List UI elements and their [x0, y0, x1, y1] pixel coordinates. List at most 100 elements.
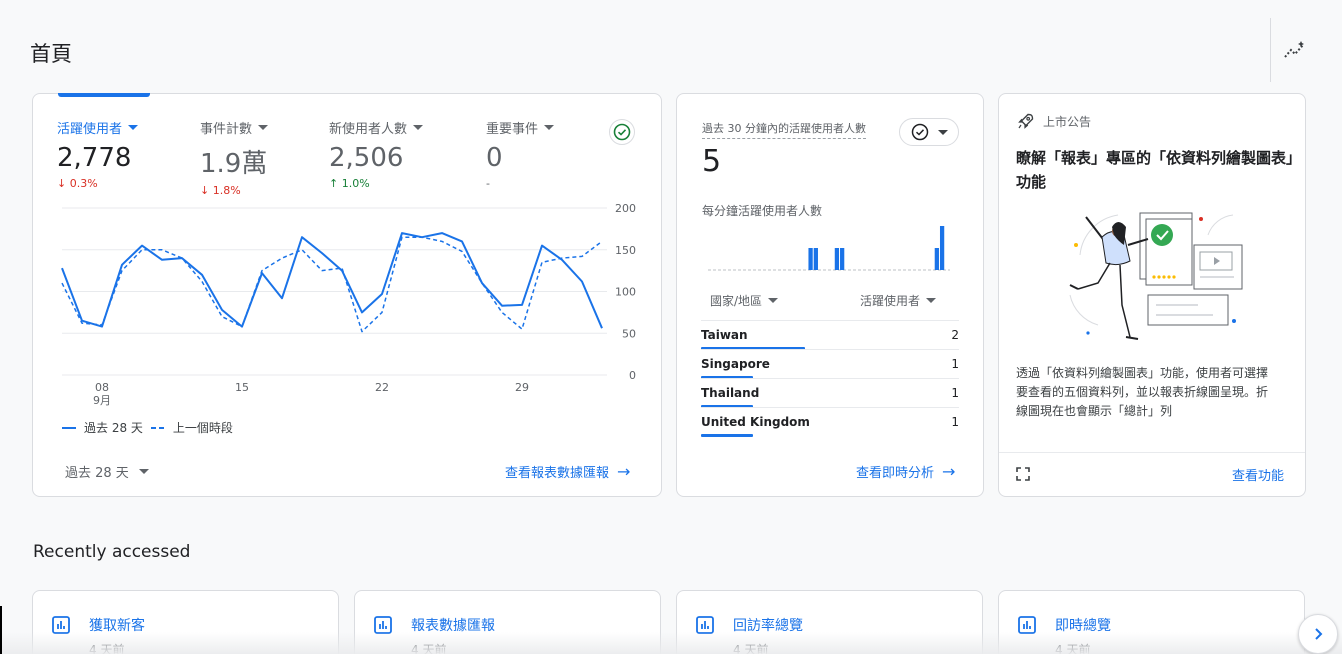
- caret-down-icon: [768, 298, 779, 303]
- row-country: Thailand: [701, 386, 760, 400]
- text-cursor-bar: [0, 606, 2, 654]
- date-range-selector[interactable]: 過去 28 天: [65, 462, 149, 481]
- realtime-quality-button[interactable]: [899, 118, 959, 146]
- view-feature-link[interactable]: 查看功能: [1232, 465, 1284, 484]
- row-share-bar: [701, 434, 753, 437]
- expand-button[interactable]: [1015, 466, 1031, 482]
- fullscreen-icon: [1016, 467, 1030, 481]
- row-country: Taiwan: [701, 328, 748, 342]
- report-icon: [374, 616, 392, 634]
- caret-down-icon: [128, 125, 139, 130]
- insights-button[interactable]: [1282, 38, 1308, 64]
- y-tick-label: 100: [615, 286, 636, 299]
- y-tick-label: 0: [629, 369, 636, 382]
- y-tick-label: 150: [615, 244, 636, 257]
- recent-next-button[interactable]: [1298, 614, 1338, 654]
- report-icon: [696, 616, 714, 634]
- announcement-header: 上市公告: [1017, 112, 1091, 130]
- announcement-header-label: 上市公告: [1043, 114, 1092, 129]
- recent-item[interactable]: 報表數據匯報 4 天前: [354, 590, 661, 654]
- metric-active-users[interactable]: 活躍使用者 2,778 ↓ 0.3%: [57, 118, 139, 190]
- caret-down-icon: [258, 125, 269, 130]
- check-circle-icon: [911, 123, 928, 141]
- view-realtime-link[interactable]: 查看即時分析 →: [856, 462, 955, 481]
- table-row[interactable]: Taiwan 2: [701, 320, 959, 350]
- report-icon: [1018, 616, 1036, 634]
- minute-bar: [934, 248, 939, 270]
- country-header-label: 國家/地區: [710, 294, 763, 308]
- recent-item-title: 報表數據匯報: [411, 618, 495, 634]
- table-row[interactable]: United Kingdom 1: [701, 407, 959, 437]
- insights-icon: [1284, 41, 1304, 58]
- minute-bar: [840, 248, 845, 270]
- arrow-right-icon: →: [942, 461, 956, 481]
- recent-item-time: 4 天前: [89, 643, 125, 654]
- metric-label: 活躍使用者: [57, 122, 123, 137]
- metric-change-value: 1.0%: [341, 177, 370, 190]
- metric-label: 新使用者人數: [329, 122, 408, 137]
- view-report-link[interactable]: 查看報表數據匯報 →: [505, 462, 630, 481]
- metric-value: 0: [486, 143, 503, 173]
- arrow-up-icon: ↑: [329, 177, 342, 190]
- recent-item[interactable]: 獲取新客 4 天前: [32, 590, 339, 654]
- view-realtime-label: 查看即時分析: [856, 466, 935, 481]
- table-row[interactable]: Singapore 1: [701, 349, 959, 379]
- recently-accessed-title: Recently accessed: [33, 542, 191, 562]
- recent-item[interactable]: 即時總覽 4 天前: [998, 590, 1305, 654]
- chart-legend: 過去 28 天 上一個時段: [62, 419, 233, 436]
- metric-new-users[interactable]: 新使用者人數 2,506 ↑ 1.0%: [329, 118, 424, 190]
- per-minute-bar-chart: [708, 226, 950, 271]
- minute-bar: [939, 226, 945, 270]
- caret-down-icon: [413, 125, 424, 130]
- metric-change-value: 0.3%: [69, 177, 98, 190]
- users-column-header[interactable]: 活躍使用者: [860, 292, 937, 309]
- arrow-down-icon: ↓: [57, 177, 70, 190]
- recent-item-title: 即時總覽: [1055, 618, 1111, 634]
- check-circle-icon: [613, 123, 631, 141]
- recent-item-time: 4 天前: [733, 643, 769, 654]
- y-tick-label: 50: [622, 327, 636, 340]
- active-metric-indicator: [58, 93, 150, 97]
- view-feature-label: 查看功能: [1232, 469, 1285, 484]
- minute-bar: [813, 248, 818, 270]
- metric-change: -: [486, 177, 554, 190]
- metric-change: ↑ 1.0%: [329, 177, 423, 190]
- legend-current: 過去 28 天: [84, 421, 143, 435]
- legend-previous: 上一個時段: [172, 421, 233, 435]
- row-users: 2: [951, 328, 959, 342]
- row-users: 1: [951, 386, 959, 400]
- realtime-label: 過去 30 分鐘內的活躍使用者人數: [702, 120, 866, 139]
- recent-item-time: 4 天前: [1055, 643, 1091, 654]
- row-users: 1: [951, 357, 959, 371]
- announcement-divider: [999, 452, 1305, 453]
- metric-event-count[interactable]: 事件計數 1.9萬 ↓ 1.8%: [200, 118, 269, 197]
- x-tick-label: 15: [235, 381, 249, 394]
- per-minute-label: 每分鐘活躍使用者人數: [702, 204, 823, 218]
- announcement-title: 瞭解「報表」專區的「依資料列繪製圖表」功能: [1016, 149, 1294, 191]
- data-quality-button[interactable]: [609, 119, 635, 145]
- metric-change-value: -: [486, 177, 490, 190]
- x-tick-label: 08: [95, 381, 109, 394]
- recent-item-time: 4 天前: [411, 643, 447, 654]
- metric-value: 2,778: [57, 143, 132, 173]
- metric-value: 2,506: [329, 143, 404, 173]
- x-tick-label: 22: [375, 381, 389, 394]
- row-country: Singapore: [701, 357, 770, 371]
- table-row[interactable]: Thailand 1: [701, 378, 959, 408]
- x-tick-label: 29: [515, 381, 529, 394]
- metric-label: 事件計數: [200, 122, 253, 137]
- recent-item-title: 回訪率總覽: [733, 618, 803, 634]
- view-report-label: 查看報表數據匯報: [505, 466, 610, 481]
- legend-solid-swatch: [62, 426, 76, 429]
- previous-period-line: [61, 236, 603, 333]
- metric-label: 重要事件: [486, 122, 539, 137]
- recent-item[interactable]: 回訪率總覽 4 天前: [676, 590, 983, 654]
- country-column-header[interactable]: 國家/地區: [710, 292, 779, 309]
- overview-line-chart: 0 50 100 150 200 089月 15 22 29: [61, 202, 636, 407]
- arrow-right-icon: →: [617, 461, 631, 481]
- metric-value: 1.9萬: [200, 149, 268, 179]
- metric-key-events[interactable]: 重要事件 0 -: [486, 118, 555, 190]
- realtime-value: 5: [702, 144, 722, 179]
- caret-down-icon: [544, 125, 555, 130]
- legend-dashed-swatch: [150, 426, 165, 429]
